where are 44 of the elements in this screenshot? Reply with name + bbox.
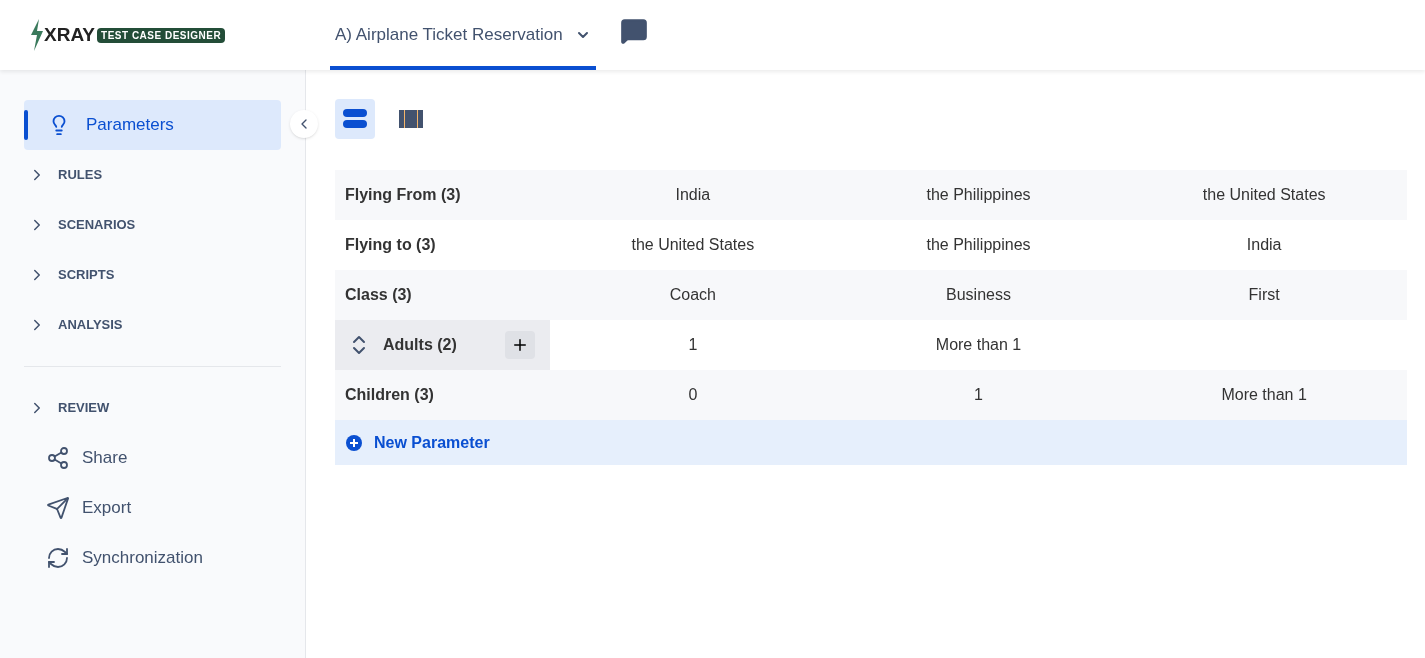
value-cell-text: First (1247, 285, 1281, 305)
sidebar-item[interactable]: Export (46, 483, 305, 533)
parameter-name: Adults (2) (383, 335, 458, 355)
value-cell-text: More than 1 (1220, 385, 1308, 405)
plus-icon (511, 336, 529, 354)
value-cell-text: 1 (973, 385, 984, 405)
value-cell-text: the United States (1201, 185, 1327, 205)
project-tab[interactable]: A) Airplane Ticket Reservation (330, 0, 596, 70)
parameter-name: Flying to (3) (344, 235, 437, 255)
parameter-row-hover[interactable]: Adults (2) (335, 320, 550, 370)
sidebar-section[interactable]: ANALYSIS (24, 300, 281, 350)
logo-brand: XRAY (44, 22, 96, 47)
value-cell-text: 0 (687, 385, 699, 405)
value-cell-text: 1 (687, 335, 699, 355)
value-cell-text: the Philippines (925, 185, 1032, 205)
sidebar-item[interactable]: Synchronization (46, 533, 305, 583)
send-icon (46, 496, 70, 520)
parameter-name: Class (3) (344, 285, 413, 305)
columns-icon (399, 110, 423, 128)
share-icon (46, 446, 70, 470)
chat-icon[interactable] (619, 17, 648, 45)
sidebar-section[interactable]: SCENARIOS (24, 200, 281, 250)
logo-product: TEST CASE DESIGNER (97, 27, 226, 43)
new-parameter-button[interactable]: New Parameter (335, 420, 1407, 465)
sidebar-item[interactable]: Parameters (24, 100, 281, 150)
value-cell-text: Business (945, 285, 1012, 305)
lightning-logo-icon (30, 19, 44, 51)
value-cell-text: the Philippines (925, 235, 1032, 255)
sidebar-section[interactable]: REVIEW (24, 383, 281, 433)
plus-circle-icon (346, 434, 362, 451)
sidebar-item[interactable]: Share (46, 433, 305, 483)
value-cell-text: India (1245, 235, 1283, 255)
rows-view-button[interactable] (335, 99, 375, 139)
parameter-name: Children (3) (344, 385, 435, 405)
value-cell-text: India (674, 185, 712, 205)
value-cell-text: Coach (668, 285, 717, 305)
sync-icon (46, 546, 70, 570)
value-cell-text: the United States (630, 235, 756, 255)
rows-icon (343, 109, 367, 129)
add-value-button[interactable] (505, 331, 535, 359)
sidebar-section[interactable]: RULES (24, 150, 281, 200)
sidebar-section[interactable]: SCRIPTS (24, 250, 281, 300)
value-cell-text: More than 1 (934, 335, 1023, 355)
parameter-name: Flying From (3) (344, 185, 462, 205)
